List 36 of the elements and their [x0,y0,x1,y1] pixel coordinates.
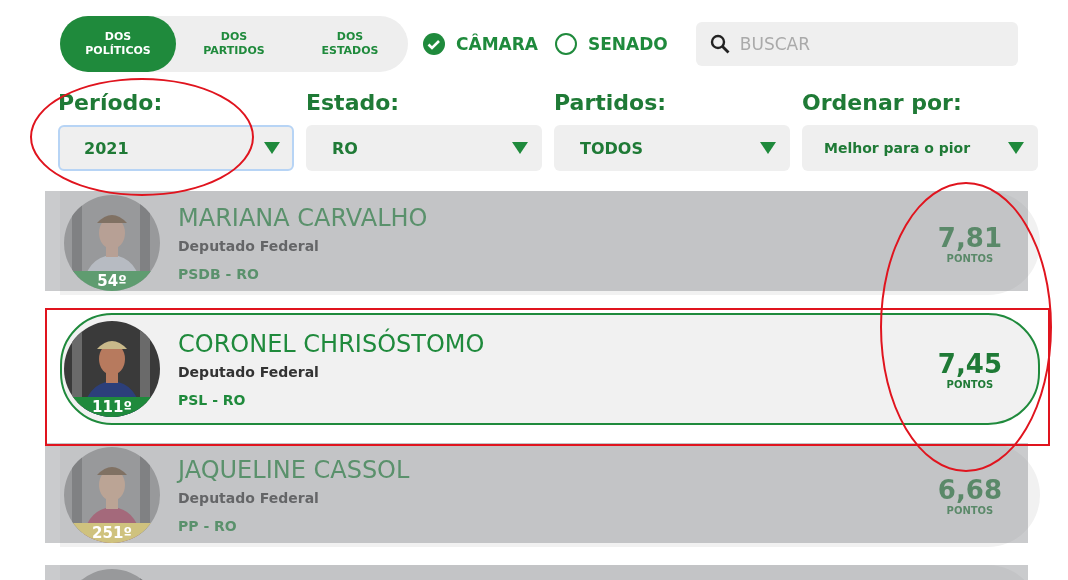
score-value: 6,68 [937,474,1002,505]
house-option[interactable]: SENADO [553,32,668,56]
score-unit: PONTOS [946,252,994,264]
politician-card[interactable]: 54º MARIANA CARVALHO Deputado Federal PSDB - RO 7,81 PONTOS [60,191,1040,295]
party-state: PSL - RO [178,392,246,408]
filter-dropdown[interactable]: 2021 [58,125,294,171]
score-value: 7,45 [937,348,1002,379]
filter-label: Partidos: [554,90,668,115]
party-state: PP - RO [178,518,237,534]
caret-icon [760,142,776,154]
caret-icon [512,142,528,154]
filter-label: Estado: [306,90,401,115]
caret-icon [1008,142,1024,154]
house-option[interactable]: CÂMARA [422,32,538,56]
score-value: 7,81 [937,222,1002,253]
view-tab[interactable]: DOS ESTADOS [292,16,408,72]
filter-dropdown[interactable]: RO [306,125,542,171]
politician-role: Deputado Federal [178,364,319,380]
politician-name: CORONEL CHRISÓSTOMO [178,330,485,358]
filter-dropdown[interactable]: TODOS [554,125,790,171]
politician-name: MARIANA CARVALHO [178,204,428,232]
politician-role: Deputado Federal [178,490,319,506]
view-tab[interactable]: DOS PARTIDOS [176,16,292,72]
politician-card[interactable]: 111º CORONEL CHRISÓSTOMO Deputado Federal PSL - RO 7,45 PONTOS [60,313,1040,425]
politician-role: Deputado Federal [178,238,319,254]
filter-dropdown[interactable]: Melhor para o pior [802,125,1038,171]
score-unit: PONTOS [946,378,994,390]
view-tab[interactable]: DOS POLÍTICOS [60,16,176,72]
score-unit: PONTOS [946,504,994,516]
filter-label: Ordenar por: [802,90,963,115]
politician-name: JAQUELINE CASSOL [178,456,410,484]
filter-label: Período: [58,90,164,115]
caret-icon [264,142,280,154]
party-state: PSDB - RO [178,266,259,282]
search-field[interactable]: BUSCAR [695,22,1018,66]
politician-card[interactable]: 251º JAQUELINE CASSOL Deputado Federal PP - RO 6,68 PONTOS [60,443,1040,547]
